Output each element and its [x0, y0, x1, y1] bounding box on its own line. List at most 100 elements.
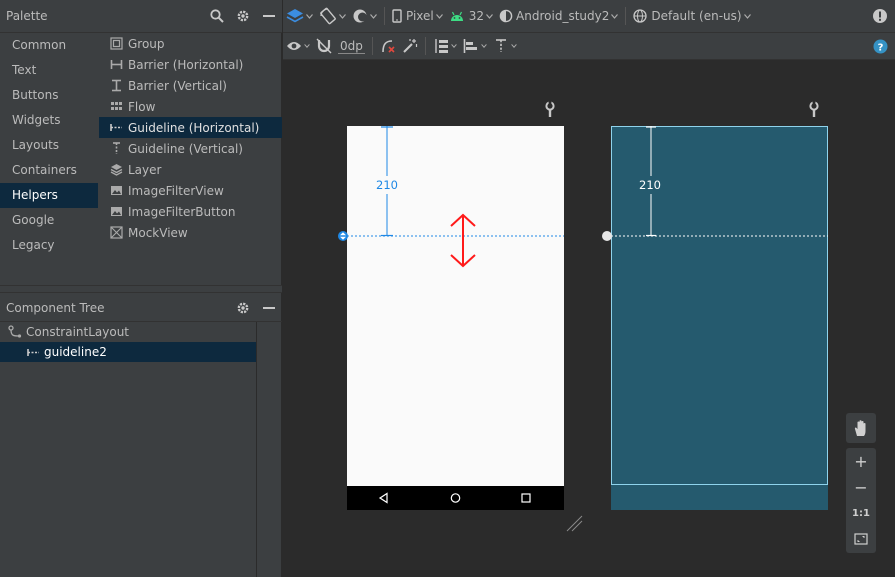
help-button[interactable]: ? — [870, 34, 891, 58]
design-canvas[interactable]: 210 210 — [283, 60, 895, 577]
align-button[interactable] — [460, 34, 490, 58]
toolbar-separator — [625, 7, 627, 25]
chevron-down-icon — [304, 44, 310, 48]
blueprint-guideline-handle — [602, 231, 612, 241]
locale-selector[interactable]: Default (en-us) — [630, 4, 753, 28]
svg-text:?: ? — [878, 42, 884, 53]
autoconnect-button[interactable] — [313, 34, 335, 58]
pan-button[interactable] — [846, 413, 876, 443]
palette-item-mockview[interactable]: MockView — [99, 222, 282, 243]
pack-button[interactable] — [430, 34, 460, 58]
layers-icon — [286, 9, 304, 23]
guideline-handle[interactable] — [338, 231, 348, 241]
category-common[interactable]: Common — [0, 33, 98, 58]
android-icon — [450, 11, 463, 21]
guideline-horizontal-icon — [109, 121, 123, 135]
orientation-button[interactable] — [316, 4, 349, 28]
toolbar-separator — [424, 37, 426, 55]
component-tree-header: Component Tree — [0, 294, 282, 322]
warning-icon — [873, 9, 887, 23]
category-widgets[interactable]: Widgets — [0, 108, 98, 133]
component-tree: ConstraintLayout guideline2 — [0, 322, 257, 577]
palette-item-barrier-horizontal[interactable]: Barrier (Horizontal) — [99, 54, 282, 75]
guideline-vertical-icon — [109, 142, 123, 156]
palette-item-group[interactable]: Group — [99, 33, 282, 54]
device-selector[interactable]: Pixel — [389, 4, 446, 28]
zoom-out-button[interactable]: − — [846, 474, 876, 500]
night-mode-button[interactable] — [349, 4, 380, 28]
api-level-selector[interactable]: 32 — [446, 4, 496, 28]
tree-node-constraintlayout[interactable]: ConstraintLayout — [0, 322, 256, 342]
palette-items: Group Barrier (Horizontal) Barrier (Vert… — [99, 33, 282, 243]
minimize-icon[interactable] — [256, 295, 282, 321]
help-icon: ? — [873, 39, 888, 53]
group-icon — [109, 37, 123, 51]
search-icon[interactable] — [204, 3, 230, 29]
theme-label: Android_study2 — [516, 9, 610, 23]
api-level-label: 32 — [468, 9, 485, 23]
default-margin-button[interactable]: 0dp — [335, 34, 368, 58]
chevron-down-icon — [306, 13, 313, 19]
infer-constraints-button[interactable] — [399, 34, 421, 58]
chevron-down-icon — [611, 13, 619, 19]
fit-screen-icon — [854, 533, 868, 545]
category-containers[interactable]: Containers — [0, 158, 98, 183]
night-mode-icon — [353, 9, 367, 23]
hand-icon — [854, 420, 866, 436]
globe-icon — [633, 9, 648, 23]
panel-splitter[interactable] — [0, 285, 282, 293]
component-tree-title: Component Tree — [6, 300, 105, 315]
design-toolbar: Pixel 32 Android_study2 Default (en-us) — [283, 0, 895, 33]
theme-selector[interactable]: Android_study2 — [496, 4, 621, 28]
palette-item-layer[interactable]: Layer — [99, 159, 282, 180]
zoom-to-fit-button[interactable] — [846, 526, 876, 552]
actual-size-button[interactable]: 1:1 — [846, 500, 876, 526]
category-helpers[interactable]: Helpers — [0, 183, 98, 208]
guideline-offset-label: 210 — [376, 178, 398, 192]
eye-icon — [287, 42, 301, 50]
view-options-button[interactable] — [283, 34, 313, 58]
locale-label: Default (en-us) — [651, 9, 742, 23]
palette-item-imagefilterbutton[interactable]: ImageFilterButton — [99, 201, 282, 222]
gear-icon[interactable] — [230, 3, 256, 29]
guideline-horizontal-icon — [26, 345, 40, 359]
wrench-icon[interactable] — [809, 101, 819, 117]
blueprint-offset-label: 210 — [639, 178, 661, 192]
device-label: Pixel — [406, 9, 434, 23]
category-legacy[interactable]: Legacy — [0, 233, 98, 258]
category-buttons[interactable]: Buttons — [0, 83, 98, 108]
guideline-vertical-icon — [495, 39, 506, 52]
resize-handle[interactable] — [566, 515, 583, 532]
default-margin-label: 0dp — [338, 38, 365, 54]
palette-item-barrier-vertical[interactable]: Barrier (Vertical) — [99, 75, 282, 96]
chevron-down-icon — [486, 13, 494, 19]
design-surface-button[interactable] — [283, 4, 316, 28]
palette-title: Palette — [6, 9, 48, 23]
mockview-icon — [109, 226, 123, 240]
palette-item-guideline-vertical[interactable]: Guideline (Vertical) — [99, 138, 282, 159]
chevron-down-icon — [743, 13, 751, 19]
wrench-icon[interactable] — [545, 101, 555, 117]
chevron-down-icon — [435, 13, 443, 19]
gear-icon[interactable] — [230, 295, 256, 321]
constraint-layout-icon — [8, 325, 22, 339]
toolbar-separator — [371, 37, 373, 55]
clear-constraints-button[interactable] — [377, 34, 399, 58]
align-left-icon — [463, 39, 477, 53]
category-layouts[interactable]: Layouts — [0, 133, 98, 158]
palette-item-flow[interactable]: Flow — [99, 96, 282, 117]
palette-item-guideline-horizontal[interactable]: Guideline (Horizontal) — [99, 117, 282, 138]
zoom-in-button[interactable]: + — [846, 448, 876, 474]
guidelines-button[interactable] — [490, 34, 520, 58]
category-google[interactable]: Google — [0, 208, 98, 233]
palette-item-imagefilterview[interactable]: ImageFilterView — [99, 180, 282, 201]
palette-categories: Common Text Buttons Widgets Layouts Cont… — [0, 33, 98, 258]
warnings-button[interactable] — [869, 4, 891, 28]
magnet-off-icon — [316, 38, 332, 54]
category-text[interactable]: Text — [0, 58, 98, 83]
blueprint-screen[interactable]: 210 — [602, 126, 828, 510]
tree-node-guideline2[interactable]: guideline2 — [0, 342, 256, 362]
minimize-icon[interactable] — [256, 3, 282, 29]
chevron-down-icon — [511, 44, 517, 48]
toolbar-separator — [384, 7, 385, 25]
